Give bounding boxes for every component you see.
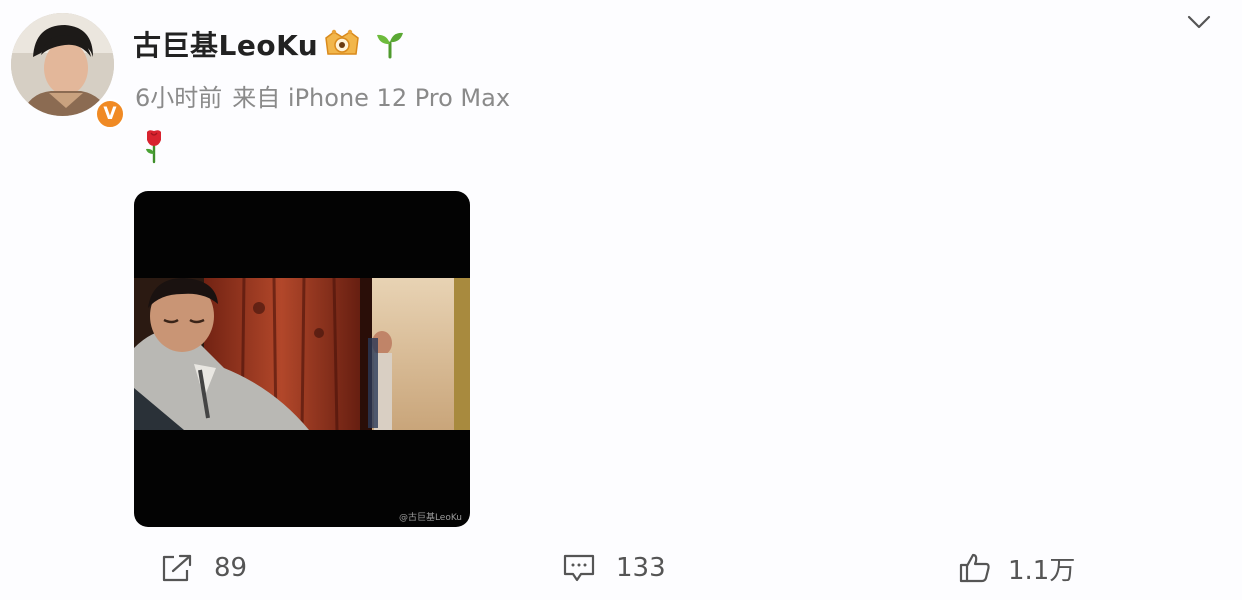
author-name[interactable]: 古巨基LeoKu xyxy=(133,24,318,64)
repost-count: 89 xyxy=(214,553,248,583)
video-thumbnail[interactable]: @古巨基LeoKu xyxy=(134,191,470,527)
post-meta: 6小时前 来自 iPhone 12 Pro Max xyxy=(135,78,510,113)
rose-icon xyxy=(143,128,165,164)
repost-icon xyxy=(162,554,192,582)
vip-crown-icon[interactable] xyxy=(322,28,362,60)
sprout-icon[interactable] xyxy=(374,29,406,59)
verified-icon: V xyxy=(95,99,125,129)
weibo-post-card: V 古巨基LeoKu 6小时前 来自 iPhone 12 Pro Max @古巨… xyxy=(0,0,1242,600)
comment-count: 133 xyxy=(616,553,666,583)
video-still-image xyxy=(134,278,470,430)
like-button[interactable]: 1.1万 xyxy=(958,550,1075,586)
author-avatar[interactable]: V xyxy=(11,13,125,129)
avatar-image xyxy=(11,13,114,116)
thumbs-up-icon xyxy=(959,553,990,583)
post-time[interactable]: 6小时前 xyxy=(135,84,222,112)
comment-button[interactable]: 133 xyxy=(562,550,666,586)
post-source: 来自 iPhone 12 Pro Max xyxy=(232,84,511,112)
like-count: 1.1万 xyxy=(1008,555,1076,586)
comment-icon xyxy=(563,554,595,582)
video-watermark: @古巨基LeoKu xyxy=(398,513,462,523)
chevron-down-icon[interactable] xyxy=(1185,10,1213,34)
repost-button[interactable]: 89 xyxy=(160,550,247,586)
